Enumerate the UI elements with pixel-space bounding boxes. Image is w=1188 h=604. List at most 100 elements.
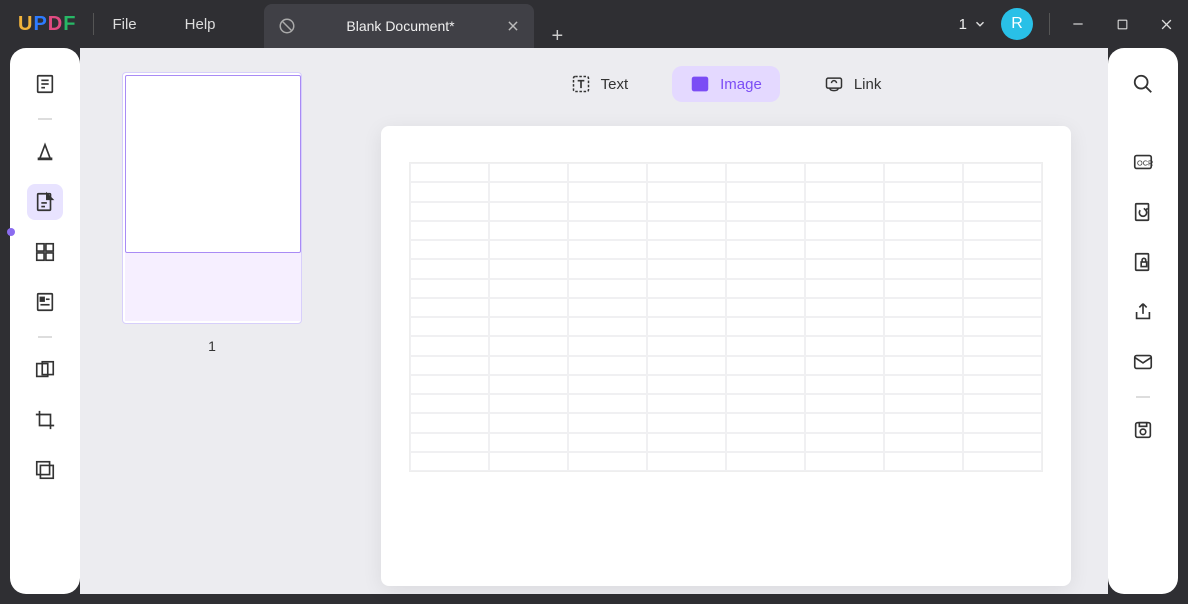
grid-cell[interactable] [805,413,884,432]
grid-cell[interactable] [410,240,489,259]
grid-cell[interactable] [805,317,884,336]
grid-cell[interactable] [647,182,726,201]
grid-cell[interactable] [647,163,726,182]
grid-cell[interactable] [963,375,1042,394]
grid-cell[interactable] [963,413,1042,432]
table-grid[interactable] [409,162,1043,472]
grid-cell[interactable] [568,182,647,201]
grid-cell[interactable] [410,413,489,432]
grid-cell[interactable] [726,182,805,201]
maximize-button[interactable] [1100,0,1144,48]
grid-cell[interactable] [963,259,1042,278]
grid-cell[interactable] [568,336,647,355]
grid-cell[interactable] [805,279,884,298]
grid-cell[interactable] [963,452,1042,471]
page-indicator[interactable]: 1 [959,16,987,33]
grid-cell[interactable] [647,394,726,413]
grid-cell[interactable] [805,356,884,375]
grid-cell[interactable] [963,298,1042,317]
grid-cell[interactable] [647,452,726,471]
grid-cell[interactable] [805,433,884,452]
grid-cell[interactable] [884,394,963,413]
page-thumbnail[interactable] [122,72,302,324]
search-button[interactable] [1125,66,1161,102]
grid-cell[interactable] [884,452,963,471]
grid-cell[interactable] [805,336,884,355]
grid-cell[interactable] [410,182,489,201]
grid-cell[interactable] [410,336,489,355]
grid-cell[interactable] [410,259,489,278]
grid-cell[interactable] [647,279,726,298]
grid-cell[interactable] [884,375,963,394]
grid-cell[interactable] [568,452,647,471]
grid-cell[interactable] [647,298,726,317]
grid-cell[interactable] [963,240,1042,259]
grid-cell[interactable] [726,433,805,452]
grid-cell[interactable] [726,163,805,182]
grid-cell[interactable] [726,240,805,259]
grid-cell[interactable] [410,202,489,221]
user-avatar[interactable]: R [1001,8,1033,40]
grid-cell[interactable] [489,317,568,336]
grid-cell[interactable] [805,452,884,471]
document-tab[interactable]: Blank Document* [264,4,534,48]
grid-cell[interactable] [410,394,489,413]
grid-cell[interactable] [805,182,884,201]
grid-cell[interactable] [410,452,489,471]
grid-cell[interactable] [489,259,568,278]
grid-cell[interactable] [568,240,647,259]
grid-cell[interactable] [805,375,884,394]
grid-cell[interactable] [568,433,647,452]
grid-cell[interactable] [726,336,805,355]
close-tab-icon[interactable] [506,19,520,33]
mail-button[interactable] [1125,344,1161,380]
grid-cell[interactable] [884,298,963,317]
grid-cell[interactable] [884,202,963,221]
grid-cell[interactable] [647,375,726,394]
grid-cell[interactable] [568,317,647,336]
grid-cell[interactable] [726,317,805,336]
grid-cell[interactable] [884,356,963,375]
grid-cell[interactable] [884,221,963,240]
grid-cell[interactable] [489,336,568,355]
grid-cell[interactable] [805,240,884,259]
grid-cell[interactable] [410,163,489,182]
grid-cell[interactable] [410,298,489,317]
grid-cell[interactable] [489,452,568,471]
grid-cell[interactable] [568,221,647,240]
grid-cell[interactable] [963,279,1042,298]
grid-cell[interactable] [568,298,647,317]
grid-cell[interactable] [489,375,568,394]
edit-mode-button[interactable] [27,184,63,220]
grid-cell[interactable] [489,433,568,452]
grid-cell[interactable] [726,356,805,375]
ocr-button[interactable]: OCR [1125,144,1161,180]
grid-cell[interactable] [805,221,884,240]
grid-cell[interactable] [647,356,726,375]
grid-cell[interactable] [963,317,1042,336]
grid-cell[interactable] [726,452,805,471]
grid-cell[interactable] [489,221,568,240]
grid-cell[interactable] [410,433,489,452]
grid-cell[interactable] [805,298,884,317]
grid-cell[interactable] [884,279,963,298]
save-button[interactable] [1125,412,1161,448]
grid-cell[interactable] [489,163,568,182]
grid-cell[interactable] [489,240,568,259]
grid-cell[interactable] [489,202,568,221]
grid-cell[interactable] [963,336,1042,355]
grid-cell[interactable] [726,221,805,240]
grid-cell[interactable] [963,356,1042,375]
grid-cell[interactable] [963,163,1042,182]
compare-button[interactable] [27,352,63,388]
grid-cell[interactable] [647,413,726,432]
grid-cell[interactable] [568,163,647,182]
grid-cell[interactable] [410,279,489,298]
grid-cell[interactable] [726,298,805,317]
protect-button[interactable] [1125,244,1161,280]
grid-cell[interactable] [884,163,963,182]
grid-cell[interactable] [647,259,726,278]
grid-cell[interactable] [726,279,805,298]
minimize-button[interactable] [1056,0,1100,48]
grid-cell[interactable] [726,259,805,278]
